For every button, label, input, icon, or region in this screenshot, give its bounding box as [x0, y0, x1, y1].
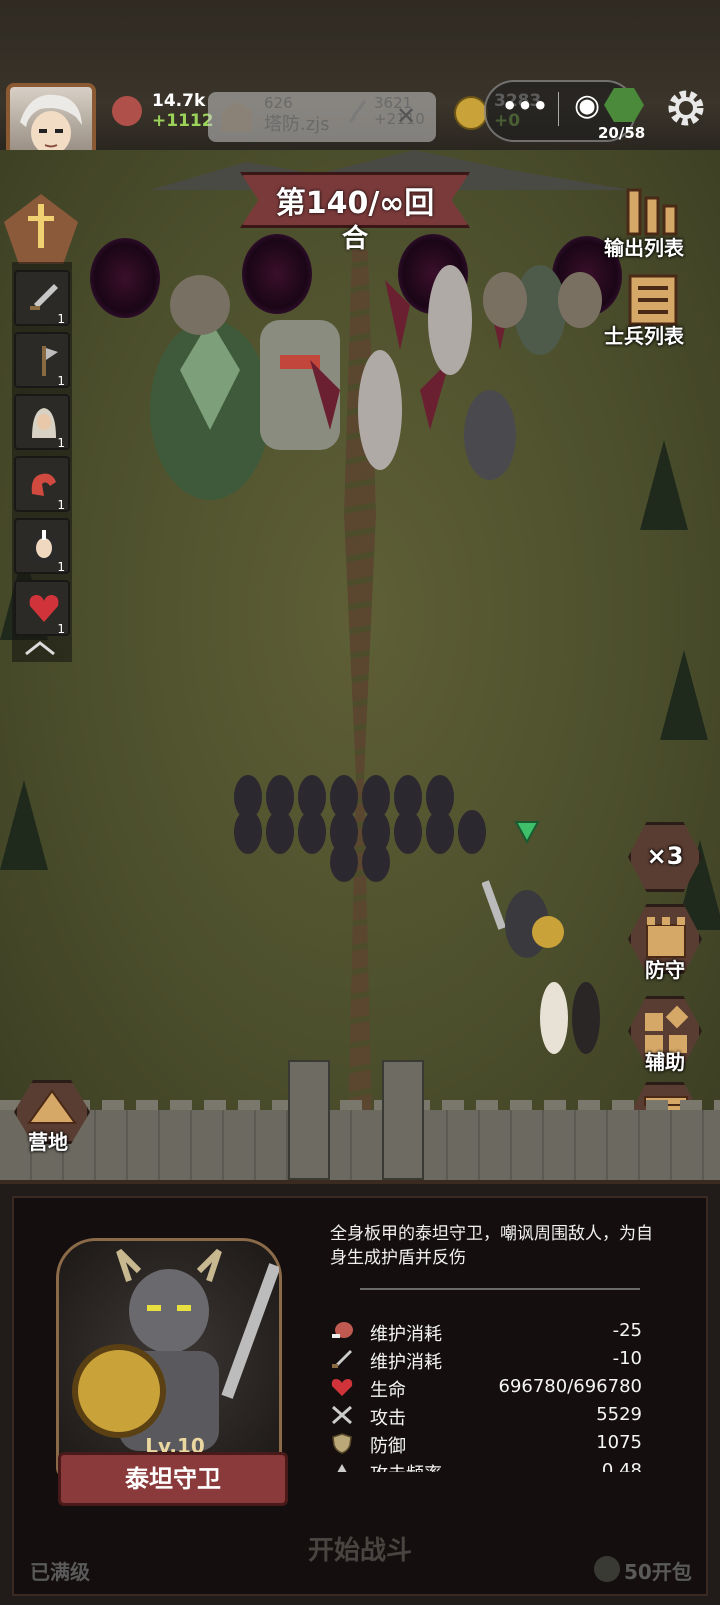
defense-button[interactable]: 防守 — [632, 954, 698, 983]
attack-speed-icon — [337, 1464, 347, 1472]
skill-count: 1 — [57, 436, 65, 450]
skill-count: 1 — [57, 312, 65, 326]
stat-row: 攻击频率 0.48 — [330, 1458, 650, 1472]
resource-meat-gain: +1112 — [152, 111, 214, 131]
file-name-label: 塔防.zjs — [264, 114, 330, 135]
wall-tower — [288, 1060, 330, 1180]
allied-assassin-squad — [228, 752, 498, 882]
output-list-button[interactable]: 输出列表 — [604, 232, 684, 261]
soldier-list-button[interactable]: 士兵列表 — [604, 320, 684, 349]
stat-row: 生命 696780/696780 — [330, 1374, 650, 1401]
ornamental-divider — [360, 1288, 640, 1304]
skill-count: 1 — [57, 560, 65, 574]
skill-slot-nun[interactable]: 1 — [14, 518, 70, 574]
priest-units — [526, 968, 612, 1058]
population-count: 20/58 — [598, 124, 646, 142]
unit-name: 泰坦守卫 — [58, 1452, 288, 1506]
close-icon[interactable]: ✕ — [396, 102, 416, 130]
start-battle-button[interactable]: 开始战斗 — [290, 1530, 430, 1567]
axe-icon — [42, 346, 58, 376]
skill-slot-strength[interactable]: 1 — [14, 456, 70, 512]
stat-label: 防御 — [370, 1436, 406, 1457]
round-banner-line1: 第140/∞回 — [275, 186, 435, 221]
record-button[interactable]: ◉ — [574, 88, 600, 123]
meat-icon — [112, 96, 142, 126]
skill-count: 1 — [57, 374, 65, 388]
heart-icon — [29, 595, 59, 622]
wall-tower — [382, 1060, 424, 1180]
succubus-enemy — [358, 350, 402, 470]
open-pack-button[interactable]: 50开包 — [624, 1556, 692, 1585]
settings-gear-icon[interactable] — [664, 86, 708, 130]
stat-label: 攻击频率 — [370, 1460, 442, 1472]
stat-row: 维护消耗 -25 — [330, 1318, 650, 1345]
unit-description: 全身板甲的泰坦守卫，嘲讽周围敌人，为自身生成护盾并反伤 — [330, 1224, 653, 1268]
shield-icon — [332, 1433, 352, 1454]
selection-marker-icon — [514, 818, 540, 845]
file-tab-pill[interactable]: 626 塔防.zjs 3621 +2110 ✕ — [208, 92, 436, 142]
titan-guard-unit[interactable] — [481, 876, 572, 966]
meat-icon — [332, 1322, 353, 1338]
stat-label: 生命 — [370, 1380, 406, 1401]
skill-count: 1 — [57, 622, 65, 636]
max-level-label: 已满级 — [30, 1560, 90, 1584]
resource-meat-value: 14.7k — [152, 91, 206, 111]
more-menu-button[interactable]: ••• — [502, 92, 548, 120]
skill-slot-heart[interactable]: 1 — [14, 580, 70, 636]
crossed-swords-icon — [332, 1405, 352, 1425]
stat-value: 1075 — [596, 1432, 642, 1453]
coin-icon — [594, 1556, 620, 1582]
assist-button[interactable]: 辅助 — [632, 1046, 698, 1075]
stat-row: 攻击 5529 — [330, 1402, 650, 1429]
skill-count: 1 — [57, 498, 65, 512]
stat-row: 防御 1075 — [330, 1430, 650, 1457]
pine-tree — [640, 440, 688, 530]
capsule-divider — [558, 92, 559, 126]
stat-value: 0.48 — [601, 1460, 642, 1472]
heart-icon — [331, 1379, 353, 1396]
dagger-icon — [30, 284, 58, 310]
boar-warrior-enemy — [483, 272, 527, 328]
skill-slot-dagger[interactable]: 1 — [14, 270, 70, 326]
hooded-rogue-enemy — [464, 390, 516, 480]
stat-row: 维护消耗 -10 — [330, 1346, 650, 1373]
enemy-group — [120, 260, 620, 520]
nun-priest-icon — [30, 530, 58, 562]
boar-warrior-enemy — [170, 275, 230, 335]
skill-slot-monk[interactable]: 1 — [14, 394, 70, 450]
sword-icon — [346, 98, 366, 126]
stat-label: 维护消耗 — [370, 1352, 442, 1373]
stat-value: 696780/696780 — [498, 1376, 643, 1397]
stat-value: -10 — [612, 1348, 642, 1369]
stat-value: 5529 — [596, 1404, 642, 1425]
greatsword-icon — [221, 1263, 281, 1399]
sword-icon — [332, 1350, 352, 1368]
wood-icon — [222, 102, 252, 132]
skill-slot-axe[interactable]: 1 — [14, 332, 70, 388]
pine-tree — [0, 780, 48, 870]
flexed-arm-icon — [31, 473, 56, 496]
stat-label: 维护消耗 — [370, 1324, 442, 1345]
sun-shield-icon — [72, 1344, 166, 1438]
hooded-monk-icon — [32, 408, 56, 438]
pine-tree — [660, 650, 708, 740]
round-banner-line2: 合 — [341, 224, 368, 254]
stat-label: 攻击 — [370, 1408, 406, 1429]
boar-warrior-enemy — [558, 272, 602, 328]
collapse-chevron-up-icon[interactable] — [22, 640, 58, 656]
gold-coin-icon — [454, 96, 488, 130]
succubus-enemy — [428, 265, 472, 375]
speed-toggle-button[interactable]: ×3 — [628, 842, 702, 870]
camp-button[interactable]: 营地 — [28, 1126, 68, 1155]
stat-value: -25 — [612, 1320, 642, 1341]
